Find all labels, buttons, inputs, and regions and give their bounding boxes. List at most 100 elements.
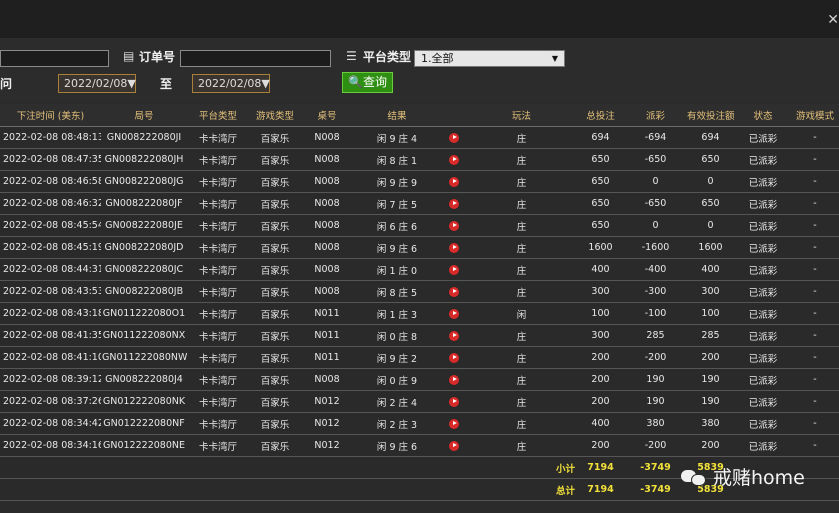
cell-table-no: N011 [301, 302, 353, 325]
header-replay [441, 104, 467, 127]
cell-payout: -1600 [625, 236, 686, 259]
cell-table-no: N012 [301, 412, 353, 435]
cell-game-mode: - [791, 368, 839, 391]
table-row: 2022-02-08 08:43:18 GN011222080O1 卡卡湾厅 百家乐 N… [0, 302, 839, 325]
subtotal-row-empty-cell [0, 456, 101, 479]
cell-total-bet: 200 [576, 434, 625, 457]
subtotal-row-empty-cell [301, 456, 353, 479]
table-row: 2022-02-08 08:41:10 GN011222080NW 卡卡湾厅 百家乐 N… [0, 346, 839, 369]
cell-payout: -650 [625, 148, 686, 171]
cell-table-no: N012 [301, 434, 353, 457]
cell-status: 已派彩 [735, 434, 791, 457]
cell-game-type: 百家乐 [249, 280, 301, 303]
cell-play: 庄 [467, 346, 576, 369]
cell-game-mode: - [791, 324, 839, 347]
cell-status: 已派彩 [735, 148, 791, 171]
replay-button[interactable] [441, 302, 467, 325]
total-row-empty-cell [101, 478, 187, 501]
replay-button[interactable] [441, 192, 467, 215]
cell-game-mode: - [791, 214, 839, 237]
date-to-picker[interactable]: 2022/02/08▼ [192, 74, 270, 93]
cell-play: 庄 [467, 192, 576, 215]
play-icon[interactable] [449, 154, 459, 165]
cell-result: 闲 1 庄 3 [353, 302, 441, 325]
cell-total-bet: 1600 [576, 236, 625, 259]
play-icon[interactable] [449, 242, 459, 253]
date-from-picker[interactable]: 2022/02/08▼ [58, 74, 136, 93]
platform-type-select[interactable]: 1.全部 ▼ [414, 50, 565, 67]
total-row-label: 总计 [467, 478, 576, 501]
cell-play: 庄 [467, 236, 576, 259]
play-icon[interactable] [449, 440, 459, 451]
table-row: 2022-02-08 08:41:35 GN011222080NX 卡卡湾厅 百家乐 N… [0, 324, 839, 347]
cell-status: 已派彩 [735, 192, 791, 215]
play-icon[interactable] [449, 176, 459, 187]
cell-table-no: N008 [301, 148, 353, 171]
watermark-text: 戒赌home [713, 467, 805, 489]
replay-button[interactable] [441, 236, 467, 259]
cell-game-type: 百家乐 [249, 258, 301, 281]
play-icon[interactable] [449, 220, 459, 231]
play-icon[interactable] [449, 374, 459, 385]
replay-button[interactable] [441, 280, 467, 303]
cell-status: 已派彩 [735, 170, 791, 193]
cell-play: 庄 [467, 412, 576, 435]
play-icon[interactable] [449, 396, 459, 407]
cell-table-no: N008 [301, 368, 353, 391]
wechat-icon [681, 468, 707, 486]
replay-button[interactable] [441, 390, 467, 413]
watermark: 戒赌home [681, 463, 805, 490]
replay-button[interactable] [441, 434, 467, 457]
play-icon[interactable] [449, 418, 459, 429]
cell-platform: 卡卡湾厅 [187, 126, 249, 149]
play-icon[interactable] [449, 308, 459, 319]
replay-button[interactable] [441, 368, 467, 391]
cell-total-bet: 200 [576, 390, 625, 413]
header-status: 状态 [735, 104, 791, 127]
table-row: 2022-02-08 08:34:42 GN012222080NF 卡卡湾厅 百家乐 N… [0, 412, 839, 435]
order-number-input[interactable] [180, 50, 331, 67]
query-button[interactable]: 🔍查询 [342, 72, 393, 93]
cell-round-id: GN012222080NF [101, 412, 187, 435]
play-icon[interactable] [449, 286, 459, 297]
window-titlebar: ✕ [0, 0, 839, 39]
total-row-empty-cell [187, 478, 249, 501]
cell-payout: -200 [625, 434, 686, 457]
header-play: 玩法 [467, 104, 576, 127]
cell-bet-time: 2022-02-08 08:37:26 [0, 390, 101, 413]
table-row: 2022-02-08 08:44:31 GN008222080JC 卡卡湾厅 百家乐 N… [0, 258, 839, 281]
replay-button[interactable] [441, 412, 467, 435]
cell-status: 已派彩 [735, 412, 791, 435]
replay-button[interactable] [441, 324, 467, 347]
table-header-row: 下注时间 (美东) 局号 平台类型 游戏类型 桌号 结果 玩法 总投注 派彩 有… [0, 104, 839, 127]
total-row-empty-cell [301, 478, 353, 501]
subtotal-row-bet: 7194 [576, 456, 625, 479]
replay-button[interactable] [441, 126, 467, 149]
play-icon[interactable] [449, 330, 459, 341]
play-icon[interactable] [449, 198, 459, 209]
header-payout: 派彩 [625, 104, 686, 127]
cell-bet-time: 2022-02-08 08:41:10 [0, 346, 101, 369]
table-row: 2022-02-08 08:45:54 GN008222080JE 卡卡湾厅 百家乐 N… [0, 214, 839, 237]
cell-valid-bet: 285 [686, 324, 735, 347]
cell-game-mode: - [791, 258, 839, 281]
search-icon: 🔍 [348, 75, 363, 89]
cell-play: 庄 [467, 214, 576, 237]
replay-button[interactable] [441, 346, 467, 369]
play-icon[interactable] [449, 264, 459, 275]
cell-table-no: N008 [301, 126, 353, 149]
cell-play: 庄 [467, 126, 576, 149]
close-icon[interactable]: ✕ [827, 12, 839, 28]
play-icon[interactable] [449, 352, 459, 363]
header-bet-time: 下注时间 (美东) [0, 104, 101, 127]
replay-button[interactable] [441, 148, 467, 171]
time-label: 问 [0, 77, 13, 91]
replay-button[interactable] [441, 170, 467, 193]
play-icon[interactable] [449, 132, 459, 143]
account-input[interactable] [0, 50, 109, 67]
cell-round-id: GN011222080O1 [101, 302, 187, 325]
replay-button[interactable] [441, 258, 467, 281]
cell-table-no: N008 [301, 170, 353, 193]
total-row-empty-cell [441, 478, 467, 501]
replay-button[interactable] [441, 214, 467, 237]
